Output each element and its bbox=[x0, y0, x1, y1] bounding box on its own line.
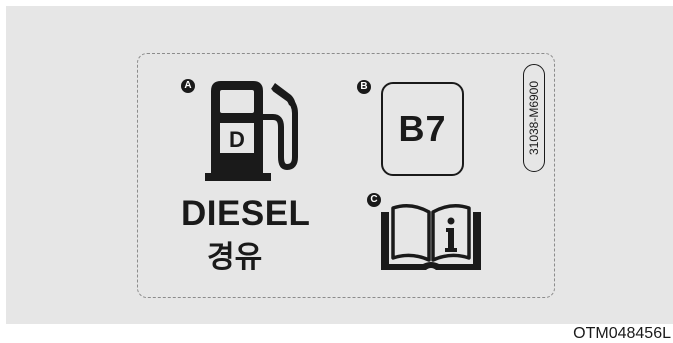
callout-b: B bbox=[357, 80, 371, 94]
callout-a: A bbox=[181, 79, 195, 93]
blend-grade-label: B7 bbox=[398, 108, 447, 149]
part-number-label: 31038-M6900 bbox=[527, 80, 541, 156]
fuel-label-sticker bbox=[137, 53, 555, 298]
blend-grade-box: B7 bbox=[381, 82, 464, 176]
fuel-type-korean-label: 경유 bbox=[207, 240, 263, 275]
fuel-type-label: DIESEL bbox=[181, 194, 311, 233]
image-code-label: OTM048456L bbox=[573, 325, 671, 342]
fuel-pump-icon: D bbox=[205, 81, 298, 181]
owners-manual-info-icon bbox=[381, 204, 481, 270]
pump-letter: D bbox=[229, 127, 245, 152]
